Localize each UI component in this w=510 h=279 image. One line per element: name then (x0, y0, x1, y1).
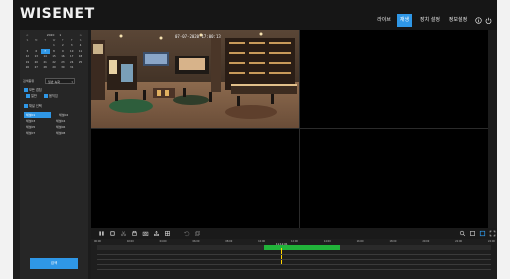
timeline-tick-label: 10:00 (258, 240, 266, 243)
brand-logo: WISENET (20, 6, 95, 22)
overlap-checkbox[interactable] (24, 88, 28, 92)
search-type-select[interactable]: 일반 녹화 ▾ (45, 78, 75, 84)
timeline-row-line (97, 254, 491, 255)
normal-checkbox[interactable] (26, 94, 30, 98)
prev-month-icon[interactable]: < (26, 32, 29, 38)
timeline-tick-label: 00:00 (94, 240, 101, 243)
timeline-tick-label: 04:00 (159, 240, 167, 243)
chevron-down-icon: ▾ (71, 80, 73, 84)
scissors-icon[interactable] (120, 230, 127, 237)
timeline-row-line (97, 269, 491, 270)
search-type-label: 검색종류 (23, 79, 35, 83)
nav-info[interactable]: 정보설정 (447, 14, 469, 27)
undo-icon[interactable] (183, 230, 190, 237)
nvr-app: WISENET 라이브 재생 장치 설정 정보설정 < 2020 1 > SMT… (13, 0, 497, 279)
calendar-day[interactable]: 31 (67, 65, 76, 70)
search-button[interactable]: 검색 (30, 258, 78, 269)
calendar-day[interactable]: 30 (58, 65, 67, 70)
overlap-label: 모든 겹침 (29, 87, 42, 92)
split-view-icon[interactable] (164, 230, 171, 237)
camera-icon[interactable] (142, 230, 149, 237)
channel-select-checkbox[interactable] (24, 104, 28, 108)
timeline-tick-label: 20:00 (422, 240, 430, 243)
timeline-tick-label: 08:00 (225, 240, 233, 243)
pause-icon[interactable] (98, 230, 105, 237)
calendar: < 2020 1 > S M T W T F S 1 2 3 4 5 6 7 8 9 10 11 12 13 14 15 1… (23, 32, 85, 70)
playhead-time: 11:11:01 (275, 243, 288, 246)
timeline-tick-label: 02:00 (126, 240, 134, 243)
fullscreen-icon[interactable] (489, 230, 496, 237)
timeline-tick-label: 22:00 (455, 240, 463, 243)
print-icon[interactable] (131, 230, 138, 237)
search-type-row: 검색종류 일반 녹화 ▾ (23, 78, 85, 84)
calendar-day[interactable]: 29 (50, 65, 59, 70)
timeline-tick-label: 06:00 (192, 240, 200, 243)
info-icon[interactable] (475, 17, 482, 24)
calendar-day[interactable]: 28 (41, 65, 50, 70)
grid-divider (91, 128, 488, 129)
calendar-month: 1 (59, 33, 62, 37)
casino-camera-image (91, 30, 299, 128)
timeline-tick-label: 18:00 (389, 240, 397, 243)
search-panel: < 2020 1 > S M T W T F S 1 2 3 4 5 6 7 8 9 10 11 12 13 14 15 1… (20, 30, 88, 279)
top-bar: WISENET 라이브 재생 장치 설정 정보설정 (13, 0, 497, 30)
search-type-value: 일반 녹화 (48, 80, 60, 84)
quad-view-icon[interactable] (479, 230, 486, 237)
next-month-icon[interactable]: > (79, 32, 82, 38)
grid-divider (299, 30, 300, 228)
calendar-year: 2020 (46, 33, 55, 37)
video-grid: 07-07-2020 17:00:13 (91, 30, 488, 228)
calendar-day[interactable]: 27 (32, 65, 41, 70)
playback-toolbar (91, 228, 497, 239)
copy-icon[interactable] (194, 230, 201, 237)
timeline-track[interactable]: 11:11:01 (97, 243, 491, 264)
calendar-header: < 2020 1 > (23, 32, 85, 38)
normal-label: 일반 (31, 93, 37, 98)
channel-item[interactable]: 채널07 (24, 130, 54, 136)
export-icon[interactable] (153, 230, 160, 237)
timeline[interactable]: 00:00 02:00 04:00 06:00 08:00 10:00 12:00 14:00… (91, 239, 497, 279)
timeline-row-line (97, 264, 491, 265)
playhead[interactable] (280, 248, 282, 264)
timeline-tick-label: 14:00 (323, 240, 331, 243)
stop-icon[interactable] (109, 230, 116, 237)
camera-timestamp: 07-07-2020 17:00:13 (175, 34, 221, 39)
nav-live[interactable]: 라이브 (374, 14, 394, 27)
timeline-tick-label: 24:00 (488, 240, 495, 243)
channel-row: 채널07 채널08 (24, 130, 84, 136)
timeline-row-line (97, 259, 491, 260)
camera-view-1[interactable]: 07-07-2020 17:00:13 (91, 30, 299, 128)
timeline-tick-label: 16:00 (356, 240, 364, 243)
event-checkbox[interactable] (44, 94, 48, 98)
nav-search[interactable]: 재생 (397, 14, 412, 27)
calendar-grid: S M T W T F S 1 2 3 4 5 6 7 8 9 10 11 12 13 14 15 16 17 18 19 20 21… (23, 38, 85, 70)
calendar-day[interactable]: 26 (23, 65, 32, 70)
channel-item[interactable]: 채널08 (54, 130, 84, 136)
channel-select-label: 채널 선택 (29, 103, 42, 108)
zoom-in-icon[interactable] (459, 230, 466, 237)
power-icon[interactable] (485, 17, 492, 24)
single-view-icon[interactable] (469, 230, 476, 237)
channel-list: 채널01 채널02 채널03 채널04 채널05 채널06 채널07 채널08 (24, 112, 84, 136)
timeline-tick-label: 12:00 (291, 240, 298, 243)
nav-setup[interactable]: 장치 설정 (415, 14, 445, 27)
event-label: 움직임 (49, 93, 58, 98)
calendar-day (76, 65, 85, 70)
